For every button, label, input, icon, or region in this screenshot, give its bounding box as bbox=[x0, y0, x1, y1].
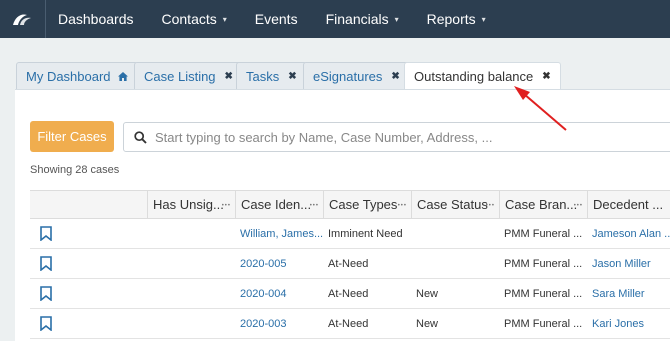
case-type-cell: At-Need bbox=[328, 257, 369, 270]
table-row[interactable]: 2020-005 At-Need PMM Funeral ... Jason M… bbox=[30, 249, 670, 279]
search-icon bbox=[134, 130, 147, 144]
has-unsigned-cell bbox=[147, 309, 235, 339]
logo-icon bbox=[12, 14, 31, 25]
case-id-link[interactable]: William, James... bbox=[235, 219, 323, 249]
case-branch-cell: PMM Funeral ... bbox=[504, 257, 583, 270]
tab-label: Tasks bbox=[246, 68, 280, 84]
case-id-link[interactable]: 2020-003 bbox=[235, 309, 323, 339]
case-branch-cell: PMM Funeral ... bbox=[504, 317, 583, 330]
column-menu-icon[interactable]: ••• bbox=[398, 203, 407, 209]
bookmark-cell[interactable] bbox=[30, 219, 147, 249]
has-unsigned-cell bbox=[147, 219, 235, 249]
column-label: Case Iden... bbox=[241, 197, 312, 212]
column-label: Case Status bbox=[417, 197, 488, 212]
has-unsigned-cell bbox=[147, 249, 235, 279]
tab-case-listing[interactable]: Case Listing ✖ bbox=[134, 62, 243, 89]
column-menu-icon[interactable]: ••• bbox=[222, 203, 231, 209]
has-unsigned-cell bbox=[147, 279, 235, 309]
main-panel: Filter Cases Showing 28 cases Has Unsig.… bbox=[15, 89, 670, 341]
app-logo[interactable] bbox=[0, 0, 46, 38]
column-header-bookmark[interactable] bbox=[30, 191, 147, 218]
bookmark-icon[interactable] bbox=[40, 286, 52, 301]
tab-label: Outstanding balance bbox=[414, 69, 534, 84]
home-icon bbox=[117, 71, 128, 81]
case-type-cell: Imminent Need bbox=[328, 227, 403, 240]
search-box[interactable] bbox=[123, 122, 670, 152]
tab-tasks[interactable]: Tasks ✖ bbox=[236, 62, 307, 89]
caret-down-icon: ▾ bbox=[394, 14, 399, 24]
bookmark-icon[interactable] bbox=[40, 226, 52, 241]
column-header-has-unsigned[interactable]: Has Unsig... ••• bbox=[147, 191, 235, 218]
search-input[interactable] bbox=[155, 129, 655, 145]
close-icon[interactable]: ✖ bbox=[225, 71, 233, 82]
bookmark-cell[interactable] bbox=[30, 249, 147, 279]
nav-contacts[interactable]: Contacts ▾ bbox=[148, 0, 241, 38]
column-header-decedent[interactable]: Decedent ... bbox=[587, 191, 670, 218]
nav-events[interactable]: Events bbox=[241, 0, 312, 38]
table-row[interactable]: 2020-003 At-Need New PMM Funeral ... Kar… bbox=[30, 309, 670, 339]
column-label: Decedent ... bbox=[593, 197, 664, 212]
column-label: Case Types bbox=[329, 197, 398, 212]
column-label: Case Bran... bbox=[505, 197, 578, 212]
tab-label: Case Listing bbox=[144, 68, 216, 84]
close-icon[interactable]: ✖ bbox=[288, 71, 296, 82]
results-count: Showing 28 cases bbox=[30, 164, 120, 176]
table-header: Has Unsig... ••• Case Iden... ••• Case Typ… bbox=[30, 190, 670, 219]
tab-outstanding-balance[interactable]: Outstanding balance ✖ bbox=[404, 62, 561, 90]
table-row[interactable]: William, James... Imminent Need PMM Fune… bbox=[30, 219, 670, 249]
nav-label: Contacts bbox=[161, 11, 217, 27]
case-id-link[interactable]: 2020-004 bbox=[235, 279, 323, 309]
decedent-link[interactable]: Sara Miller bbox=[587, 279, 670, 309]
tab-label: My Dashboard bbox=[26, 68, 111, 84]
case-id-link[interactable]: 2020-005 bbox=[235, 249, 323, 279]
nav-label: Dashboards bbox=[58, 11, 134, 27]
nav-label: Events bbox=[254, 11, 298, 27]
tab-esignatures[interactable]: eSignatures ✖ bbox=[303, 62, 410, 89]
column-header-case-types[interactable]: Case Types ••• bbox=[323, 191, 411, 218]
nav-label: Reports bbox=[426, 11, 476, 27]
case-branch-cell: PMM Funeral ... bbox=[504, 287, 583, 300]
column-header-case-branch[interactable]: Case Bran... ••• bbox=[499, 191, 587, 218]
close-icon[interactable]: ✖ bbox=[542, 71, 550, 82]
caret-down-icon: ▾ bbox=[222, 14, 227, 24]
case-status-cell bbox=[411, 219, 499, 249]
nav-reports[interactable]: Reports ▾ bbox=[413, 0, 500, 38]
caret-down-icon: ▾ bbox=[481, 14, 486, 24]
column-menu-icon[interactable]: ••• bbox=[310, 203, 319, 209]
table-row[interactable]: 2020-004 At-Need New PMM Funeral ... Sar… bbox=[30, 279, 670, 309]
filter-cases-button[interactable]: Filter Cases bbox=[30, 121, 114, 152]
tab-label: eSignatures bbox=[313, 68, 383, 84]
column-label: Has Unsig... bbox=[153, 197, 224, 212]
bookmark-cell[interactable] bbox=[30, 279, 147, 309]
decedent-link[interactable]: Jameson Alan ... bbox=[587, 219, 670, 249]
top-navbar: Dashboards Contacts ▾ Events Financials ▾ … bbox=[0, 0, 670, 38]
nav-dashboards[interactable]: Dashboards bbox=[46, 0, 148, 38]
tab-bar: My Dashboard Case Listing ✖ Tasks ✖ eSigna… bbox=[0, 38, 670, 90]
case-status-cell: New bbox=[416, 287, 439, 300]
bookmark-icon[interactable] bbox=[40, 316, 52, 331]
cases-table: Has Unsig... ••• Case Iden... ••• Case Typ… bbox=[30, 190, 670, 339]
column-menu-icon[interactable]: ••• bbox=[574, 203, 583, 209]
case-status-cell: New bbox=[416, 317, 439, 330]
column-header-case-status[interactable]: Case Status ••• bbox=[411, 191, 499, 218]
column-header-case-identifier[interactable]: Case Iden... ••• bbox=[235, 191, 323, 218]
column-menu-icon[interactable]: ••• bbox=[486, 203, 495, 209]
decedent-link[interactable]: Jason Miller bbox=[587, 249, 670, 279]
case-type-cell: At-Need bbox=[328, 287, 369, 300]
nav-label: Financials bbox=[325, 11, 389, 27]
tab-my-dashboard[interactable]: My Dashboard bbox=[16, 62, 138, 89]
case-status-cell bbox=[411, 249, 499, 279]
case-type-cell: At-Need bbox=[328, 317, 369, 330]
decedent-link[interactable]: Kari Jones bbox=[587, 309, 670, 339]
case-branch-cell: PMM Funeral ... bbox=[504, 227, 583, 240]
bookmark-cell[interactable] bbox=[30, 309, 147, 339]
nav-financials[interactable]: Financials ▾ bbox=[312, 0, 413, 38]
close-icon[interactable]: ✖ bbox=[391, 71, 399, 82]
bookmark-icon[interactable] bbox=[40, 256, 52, 271]
